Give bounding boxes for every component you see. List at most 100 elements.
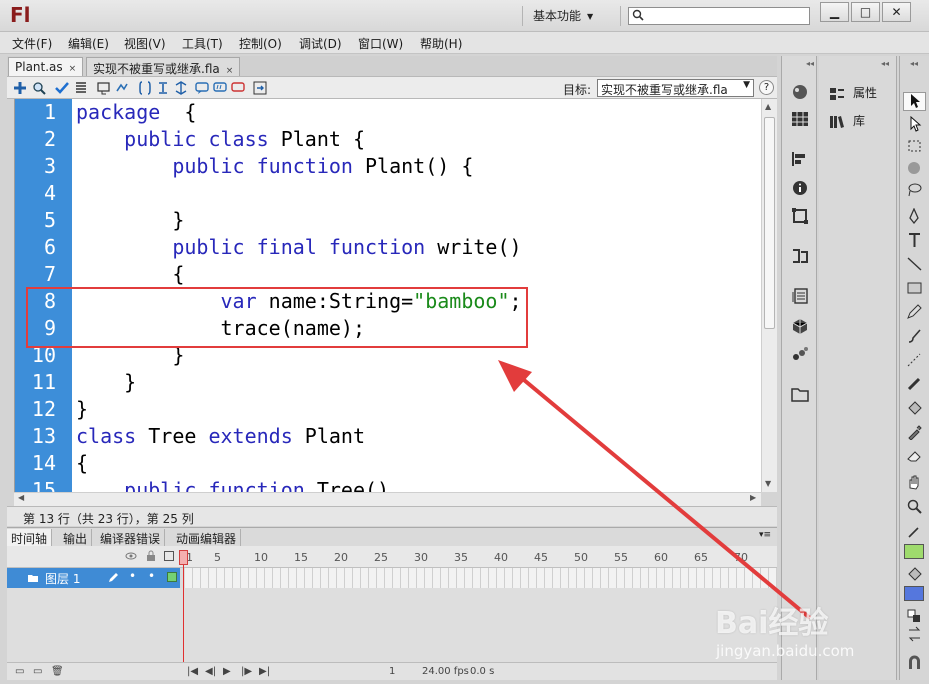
collapse-arrows-icon[interactable]: ◂◂ — [806, 59, 814, 68]
code-line[interactable]: } — [76, 370, 136, 394]
color-icon[interactable] — [791, 84, 809, 100]
swap-colors-icon[interactable] — [906, 626, 923, 642]
tab-output[interactable]: 输出 — [59, 529, 93, 546]
menu-view[interactable]: 视图(V) — [124, 35, 166, 52]
code-line[interactable]: class Tree extends Plant — [76, 424, 365, 448]
collapse-selection-icon[interactable] — [156, 81, 170, 95]
motion-presets-icon[interactable] — [791, 346, 809, 362]
lock-icon[interactable] — [146, 550, 156, 562]
tab-compiler-errors[interactable]: 编译器错误 — [96, 529, 166, 546]
outline-icon[interactable] — [164, 551, 174, 561]
code-line[interactable]: { — [76, 451, 88, 475]
scroll-down-icon[interactable]: ▼ — [765, 479, 771, 488]
stroke-swatch[interactable] — [904, 544, 924, 559]
tab-motion-editor[interactable]: 动画编辑器 — [172, 529, 242, 546]
scroll-up-icon[interactable]: ▲ — [765, 102, 771, 111]
menu-edit[interactable]: 编辑(E) — [68, 35, 109, 52]
transform-icon[interactable] — [791, 208, 809, 224]
line-comment-icon[interactable] — [213, 81, 227, 95]
step-back-icon[interactable]: ◀| — [205, 666, 216, 677]
collapse-arrows-icon[interactable]: ◂◂ — [910, 59, 918, 68]
step-forward-icon[interactable]: |▶ — [241, 666, 252, 677]
layer-row[interactable]: 图层 1 • • — [7, 568, 777, 588]
new-layer-icon[interactable]: ▭ — [15, 666, 24, 677]
code-line[interactable]: public function Tree() — [76, 478, 389, 492]
find-icon[interactable] — [32, 81, 46, 95]
close-icon[interactable]: × — [226, 66, 234, 76]
code-hint-icon[interactable] — [97, 81, 111, 95]
tab-timeline[interactable]: 时间轴 — [7, 529, 53, 546]
frames-track[interactable] — [185, 568, 777, 588]
menu-debug[interactable]: 调试(D) — [299, 35, 342, 52]
eraser-icon[interactable] — [906, 448, 923, 464]
free-transform-icon[interactable] — [906, 138, 923, 154]
snap-to-objects-icon[interactable] — [906, 654, 923, 670]
play-icon[interactable]: ▶ — [223, 666, 231, 677]
deco-tool-icon[interactable] — [906, 352, 923, 368]
pencil-tool-icon[interactable] — [906, 304, 923, 320]
scroll-thumb[interactable] — [764, 117, 775, 329]
delete-layer-icon[interactable]: 🗑 — [51, 666, 64, 677]
paint-bucket-icon[interactable] — [906, 400, 923, 416]
3d-rotation-icon[interactable] — [906, 160, 923, 176]
maximize-button[interactable]: □ — [851, 2, 880, 22]
go-last-icon[interactable]: ▶| — [259, 666, 270, 677]
scroll-right-icon[interactable]: ▶ — [750, 493, 756, 502]
properties-panel-button[interactable]: 属性 — [829, 84, 877, 101]
close-icon[interactable]: × — [69, 64, 77, 74]
hand-tool-icon[interactable] — [906, 474, 923, 490]
bone-tool-icon[interactable] — [906, 376, 923, 392]
expand-all-icon[interactable] — [174, 81, 188, 95]
swatches-icon[interactable] — [791, 111, 809, 127]
layer-color-icon[interactable] — [167, 572, 177, 582]
collapse-arrows-icon[interactable]: ◂◂ — [881, 59, 889, 68]
library-panel-button[interactable]: 库 — [829, 112, 865, 129]
menu-tools[interactable]: 工具(T) — [182, 35, 223, 52]
selection-tool-icon[interactable] — [906, 93, 923, 109]
debug-options-icon[interactable] — [115, 81, 129, 95]
menu-help[interactable]: 帮助(H) — [420, 35, 462, 52]
minimize-button[interactable]: ▁ — [820, 2, 849, 22]
block-comment-icon[interactable] — [195, 81, 209, 95]
menu-file[interactable]: 文件(F) — [12, 35, 52, 52]
playhead-handle[interactable] — [179, 550, 188, 565]
help-search-input[interactable] — [628, 7, 810, 25]
auto-format-icon[interactable] — [74, 81, 88, 95]
subselection-tool-icon[interactable] — [906, 116, 923, 132]
text-tool-icon[interactable] — [906, 232, 923, 248]
menu-window[interactable]: 窗口(W) — [358, 35, 403, 52]
new-folder-icon[interactable]: ▭ — [33, 666, 42, 677]
scroll-left-icon[interactable]: ◀ — [18, 493, 24, 502]
align-icon[interactable] — [791, 151, 809, 167]
vertical-scrollbar[interactable]: ▲ ▼ — [761, 99, 777, 492]
horizontal-scrollbar[interactable]: ◀ ▶ — [14, 492, 761, 506]
components-icon[interactable] — [791, 318, 809, 334]
pen-tool-icon[interactable] — [906, 208, 923, 224]
frame-rate[interactable]: 24.00 fps — [422, 666, 469, 677]
add-statement-icon[interactable] — [13, 81, 27, 95]
line-tool-icon[interactable] — [906, 256, 923, 272]
zoom-tool-icon[interactable] — [906, 498, 923, 514]
fill-swatch[interactable] — [904, 586, 924, 601]
tab-fla[interactable]: 实现不被重写或继承.fla × — [86, 57, 241, 76]
help-button[interactable]: ? — [759, 80, 774, 95]
stroke-color-icon[interactable] — [906, 524, 923, 540]
remove-comment-icon[interactable] — [231, 81, 245, 95]
menu-control[interactable]: 控制(O) — [239, 35, 282, 52]
rectangle-tool-icon[interactable] — [906, 280, 923, 296]
code-line[interactable]: public final function write() — [76, 235, 521, 259]
actions-icon[interactable] — [791, 288, 809, 304]
code-line[interactable]: public class Plant { — [76, 127, 365, 151]
lasso-tool-icon[interactable] — [906, 182, 923, 198]
code-line[interactable]: { — [76, 262, 184, 286]
visible-dot-icon[interactable]: • — [129, 569, 136, 583]
workspace-switcher[interactable]: 基本功能 ▼ — [533, 7, 593, 24]
code-line[interactable]: package { — [76, 100, 196, 124]
code-snippets-icon[interactable] — [791, 248, 809, 264]
go-first-icon[interactable]: |◀ — [187, 666, 198, 677]
tab-plant-as[interactable]: Plant.as × — [8, 57, 84, 76]
panel-menu-icon[interactable]: ▾≡ — [759, 530, 771, 540]
layer-name[interactable]: 图层 1 • • — [7, 568, 180, 588]
target-dropdown[interactable]: 实现不被重写或继承.fla ▼ — [597, 79, 754, 97]
collapse-between-braces-icon[interactable] — [138, 81, 152, 95]
